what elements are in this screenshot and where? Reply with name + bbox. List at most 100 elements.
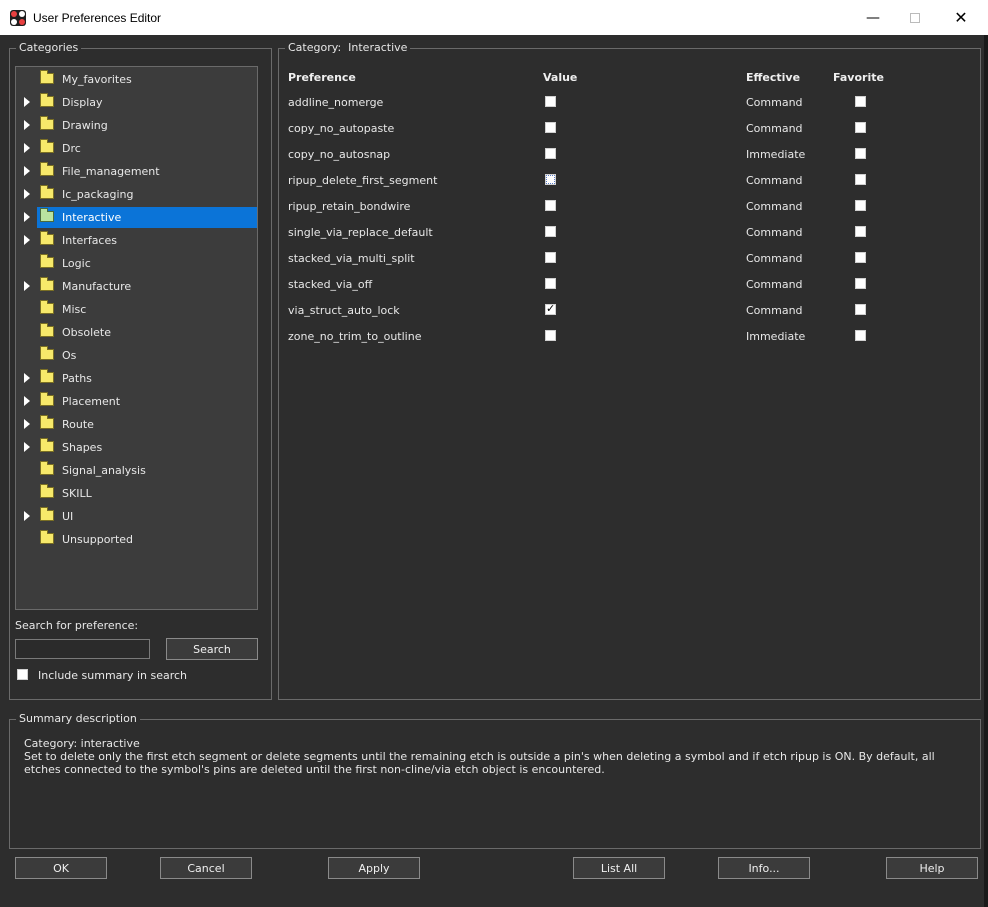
value-checkbox[interactable] (545, 226, 556, 237)
tree-item-label: Misc (62, 303, 87, 316)
effective-label: Command (746, 122, 803, 135)
tree-item-interfaces[interactable]: Interfaces (16, 230, 257, 251)
folder-icon (40, 507, 54, 521)
tree-item-label: SKILL (62, 487, 92, 500)
category-tree[interactable]: My_favorites Display Drawing Drc File_manage… (15, 66, 258, 610)
expand-arrow-icon[interactable] (24, 212, 30, 222)
tree-item-os[interactable]: Os (16, 345, 257, 366)
value-checkbox[interactable] (545, 96, 556, 107)
expand-arrow-icon[interactable] (24, 281, 30, 291)
tree-item-signal_analysis[interactable]: Signal_analysis (16, 460, 257, 481)
tree-item-misc[interactable]: Misc (16, 299, 257, 320)
apply-button[interactable]: Apply (328, 857, 420, 879)
expand-arrow-icon[interactable] (24, 373, 30, 383)
value-checkbox[interactable] (545, 122, 556, 133)
expand-arrow-icon[interactable] (24, 235, 30, 245)
favorite-checkbox[interactable] (855, 174, 866, 185)
folder-icon (40, 231, 54, 245)
value-checkbox[interactable] (545, 302, 556, 315)
tree-item-label: Drc (62, 142, 81, 155)
tree-item-ic_packaging[interactable]: Ic_packaging (16, 184, 257, 205)
expand-arrow-icon[interactable] (24, 166, 30, 176)
tree-item-interactive[interactable]: Interactive (16, 207, 257, 228)
tree-item-placement[interactable]: Placement (16, 391, 257, 412)
tree-item-label: File_management (62, 165, 160, 178)
tree-item-my_favorites[interactable]: My_favorites (16, 69, 257, 90)
tree-item-label: Manufacture (62, 280, 132, 293)
favorite-checkbox[interactable] (855, 122, 866, 133)
tree-item-drc[interactable]: Drc (16, 138, 257, 159)
tree-item-paths[interactable]: Paths (16, 368, 257, 389)
expand-arrow-icon[interactable] (24, 120, 30, 130)
folder-icon (40, 392, 54, 406)
info-button[interactable]: Info... (718, 857, 810, 879)
folder-icon (40, 185, 54, 199)
search-button[interactable]: Search (166, 638, 258, 660)
preference-name: via_struct_auto_lock (288, 304, 400, 317)
tree-item-display[interactable]: Display (16, 92, 257, 113)
cancel-button[interactable]: Cancel (160, 857, 252, 879)
tree-item-file_management[interactable]: File_management (16, 161, 257, 182)
folder-icon (40, 70, 54, 84)
tree-item-unsupported[interactable]: Unsupported (16, 529, 257, 550)
tree-item-route[interactable]: Route (16, 414, 257, 435)
favorite-checkbox[interactable] (855, 252, 866, 263)
favorite-checkbox[interactable] (855, 226, 866, 237)
value-checkbox[interactable] (545, 278, 556, 289)
tree-item-manufacture[interactable]: Manufacture (16, 276, 257, 297)
tree-item-label: Logic (62, 257, 91, 270)
expand-arrow-icon[interactable] (24, 419, 30, 429)
favorite-checkbox[interactable] (855, 148, 866, 159)
tree-item-logic[interactable]: Logic (16, 253, 257, 274)
list-all-button[interactable]: List All (573, 857, 665, 879)
tree-item-ui[interactable]: UI (16, 506, 257, 527)
folder-icon (40, 162, 54, 176)
value-checkbox[interactable] (545, 174, 556, 185)
preference-name: addline_nomerge (288, 96, 384, 109)
tree-item-drawing[interactable]: Drawing (16, 115, 257, 136)
effective-label: Command (746, 174, 803, 187)
value-checkbox[interactable] (545, 252, 556, 263)
favorite-checkbox[interactable] (855, 330, 866, 341)
folder-icon (40, 277, 54, 291)
favorite-checkbox[interactable] (855, 304, 866, 315)
expand-arrow-icon[interactable] (24, 511, 30, 521)
effective-label: Immediate (746, 148, 806, 161)
favorite-checkbox[interactable] (855, 278, 866, 289)
favorite-checkbox[interactable] (855, 200, 866, 211)
close-icon[interactable]: ✕ (938, 0, 984, 35)
search-input[interactable] (15, 639, 150, 659)
value-checkbox[interactable] (545, 330, 556, 341)
folder-icon (40, 484, 54, 498)
expand-arrow-icon[interactable] (24, 143, 30, 153)
expand-arrow-icon[interactable] (24, 396, 30, 406)
folder-icon (40, 530, 54, 544)
maximize-icon[interactable] (892, 0, 938, 35)
tree-item-obsolete[interactable]: Obsolete (16, 322, 257, 343)
tree-item-label: My_favorites (62, 73, 132, 86)
tree-item-label: Interfaces (62, 234, 117, 247)
effective-label: Command (746, 304, 803, 317)
help-button[interactable]: Help (886, 857, 978, 879)
preference-name: copy_no_autosnap (288, 148, 391, 161)
expand-arrow-icon[interactable] (24, 189, 30, 199)
folder-icon (40, 369, 54, 383)
summary-body: Set to delete only the first etch segmen… (24, 750, 935, 776)
value-checkbox[interactable] (545, 148, 556, 159)
include-summary-checkbox[interactable] (17, 669, 28, 680)
minimize-icon[interactable]: — (850, 0, 896, 35)
favorite-checkbox[interactable] (855, 96, 866, 107)
ok-button[interactable]: OK (15, 857, 107, 879)
expand-arrow-icon[interactable] (24, 97, 30, 107)
value-checkbox[interactable] (545, 200, 556, 211)
effective-label: Command (746, 278, 803, 291)
summary-category: Category: interactive (24, 737, 140, 750)
preference-row-via_struct_auto_lock: via_struct_auto_lock Command (288, 302, 968, 330)
folder-icon (40, 208, 54, 222)
tree-item-skill[interactable]: SKILL (16, 483, 257, 504)
preference-row-ripup_retain_bondwire: ripup_retain_bondwire Command (288, 200, 968, 226)
tree-item-label: Display (62, 96, 103, 109)
tree-item-shapes[interactable]: Shapes (16, 437, 257, 458)
expand-arrow-icon[interactable] (24, 442, 30, 452)
preference-row-stacked_via_multi_split: stacked_via_multi_split Command (288, 252, 968, 278)
